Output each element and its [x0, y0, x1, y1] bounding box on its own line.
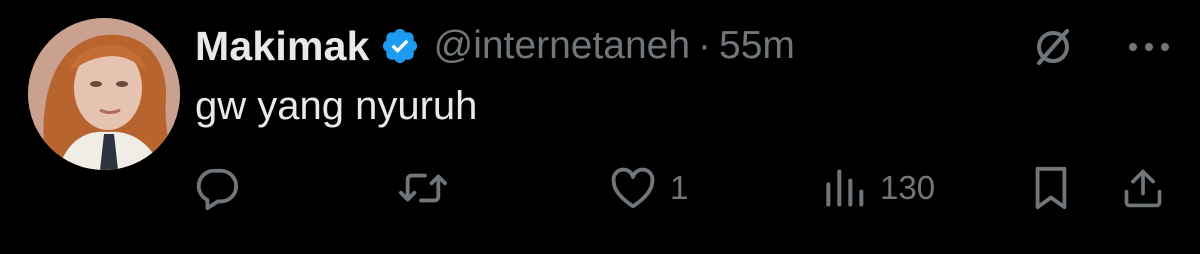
- tweet-text: gw yang nyuruh: [195, 84, 478, 128]
- share-button[interactable]: [1118, 160, 1168, 216]
- separator-dot: ·: [698, 24, 712, 67]
- bookmark-button[interactable]: [1026, 160, 1076, 216]
- more-icon[interactable]: [1126, 24, 1172, 70]
- views-count: 130: [880, 169, 936, 206]
- views-icon: [818, 163, 868, 213]
- grok-icon[interactable]: [1030, 24, 1076, 70]
- like-icon: [608, 163, 658, 213]
- retweet-button[interactable]: [398, 160, 460, 216]
- retweet-icon: [398, 163, 448, 213]
- avatar-image: [28, 18, 180, 170]
- reply-icon: [192, 163, 242, 213]
- avatar[interactable]: [28, 18, 180, 170]
- tweet-header: Makimak @internetaneh · 55m: [195, 16, 795, 76]
- tweet-top-actions: [1030, 24, 1172, 70]
- views-button[interactable]: 130: [818, 160, 935, 216]
- share-icon: [1118, 163, 1168, 213]
- tweet[interactable]: Makimak @internetaneh · 55m gw yang nyur: [0, 0, 1200, 254]
- like-count: 1: [670, 169, 689, 206]
- bookmark-icon: [1026, 163, 1076, 213]
- reply-button[interactable]: [192, 160, 254, 216]
- verified-badge-icon[interactable]: [380, 26, 420, 66]
- like-button[interactable]: 1: [608, 160, 688, 216]
- handle[interactable]: @internetaneh: [434, 24, 690, 68]
- timestamp[interactable]: 55m: [719, 24, 795, 68]
- display-name[interactable]: Makimak: [195, 23, 370, 70]
